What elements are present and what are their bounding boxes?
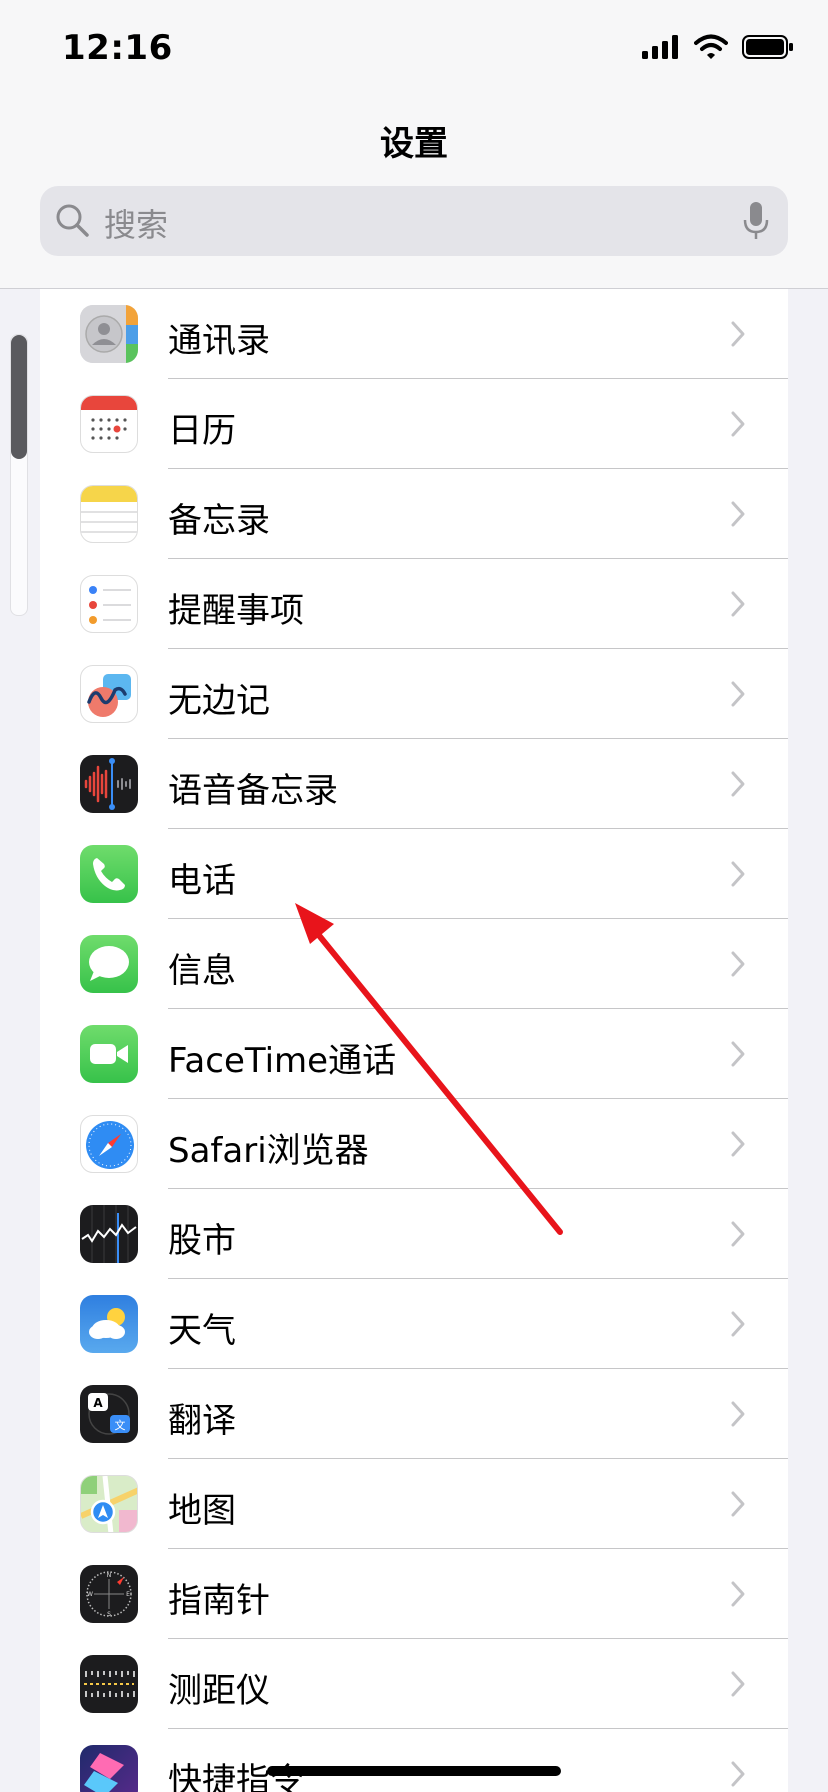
shortcuts-icon xyxy=(80,1745,138,1792)
mic-icon[interactable] xyxy=(742,200,770,242)
chevron-right-icon xyxy=(731,1401,745,1427)
calendar-icon xyxy=(80,395,138,453)
maps-icon xyxy=(80,1475,138,1533)
chevron-right-icon xyxy=(731,1761,745,1787)
messages-icon xyxy=(80,935,138,993)
list-item-weather[interactable]: 天气 xyxy=(40,1279,788,1369)
list-item-maps[interactable]: 地图 xyxy=(40,1459,788,1549)
list-item-label: 指南针 xyxy=(168,1581,270,1621)
list-item-measure[interactable]: 测距仪 xyxy=(40,1639,788,1729)
scroll-thumb[interactable] xyxy=(11,335,27,459)
list-item-label: 备忘录 xyxy=(168,501,270,541)
chevron-right-icon xyxy=(731,411,745,437)
chevron-right-icon xyxy=(731,1221,745,1247)
list-item-label: 提醒事项 xyxy=(168,591,304,631)
svg-text:S: S xyxy=(107,1611,111,1618)
list-item-compass[interactable]: N S W E 指南针 xyxy=(40,1549,788,1639)
compass-icon: N S W E xyxy=(80,1565,138,1623)
search-icon xyxy=(56,204,89,237)
list-item-label: 翻译 xyxy=(168,1401,236,1441)
search-placeholder: 搜索 xyxy=(104,206,169,244)
wifi-icon xyxy=(694,34,728,59)
svg-text:A: A xyxy=(93,1396,103,1410)
measure-icon xyxy=(80,1655,138,1713)
list-item-phone[interactable]: 电话 xyxy=(40,829,788,919)
list-item-contacts[interactable]: 通讯录 xyxy=(40,289,788,379)
contacts-icon xyxy=(80,305,138,363)
weather-icon xyxy=(80,1295,138,1353)
list-item-stocks[interactable]: 股市 xyxy=(40,1189,788,1279)
chevron-right-icon xyxy=(731,321,745,347)
chevron-right-icon xyxy=(731,1041,745,1067)
chevron-right-icon xyxy=(731,681,745,707)
search-input[interactable]: 搜索 xyxy=(40,186,788,256)
list-item-label: Safari浏览器 xyxy=(168,1131,369,1171)
list-item-label: 地图 xyxy=(168,1491,236,1531)
cellular-signal-icon xyxy=(642,35,678,59)
svg-text:文: 文 xyxy=(115,1418,126,1432)
chevron-right-icon xyxy=(731,1491,745,1517)
chevron-right-icon xyxy=(731,861,745,887)
list-item-facetime[interactable]: FaceTime通话 xyxy=(40,1009,788,1099)
page-title: 设置 xyxy=(380,124,448,164)
status-icons xyxy=(642,34,794,60)
reminders-icon xyxy=(80,575,138,633)
chevron-right-icon xyxy=(731,1671,745,1697)
scroll-indicator[interactable] xyxy=(10,334,28,616)
battery-icon xyxy=(742,35,793,59)
list-item-label: 电话 xyxy=(168,861,236,901)
notes-icon xyxy=(80,485,138,543)
list-item-translate[interactable]: A文 翻译 xyxy=(40,1369,788,1459)
list-item-label: 测距仪 xyxy=(168,1671,270,1711)
status-bar: 12:16 xyxy=(0,0,828,100)
header: 12:16 设置 搜索 xyxy=(0,0,828,289)
freeform-icon xyxy=(80,665,138,723)
facetime-icon xyxy=(80,1025,138,1083)
list-item-label: FaceTime通话 xyxy=(168,1041,397,1081)
list-item-voice-memos[interactable]: 语音备忘录 xyxy=(40,739,788,829)
list-item-label: 股市 xyxy=(168,1221,236,1261)
list-item-safari[interactable]: Safari浏览器 xyxy=(40,1099,788,1189)
chevron-right-icon xyxy=(731,951,745,977)
list-item-label: 信息 xyxy=(168,951,236,991)
voice-memos-icon xyxy=(80,755,138,813)
translate-icon: A文 xyxy=(80,1385,138,1443)
safari-icon xyxy=(80,1115,138,1173)
list-item-label: 语音备忘录 xyxy=(168,771,338,811)
list-item-calendar[interactable]: 日历 xyxy=(40,379,788,469)
chevron-right-icon xyxy=(731,1311,745,1337)
chevron-right-icon xyxy=(731,591,745,617)
list-item-label: 天气 xyxy=(168,1311,236,1351)
list-item-label: 无边记 xyxy=(168,681,270,721)
stocks-icon xyxy=(80,1205,138,1263)
home-indicator[interactable] xyxy=(267,1766,561,1776)
list-item-label: 日历 xyxy=(168,411,236,451)
settings-list: 通讯录 日历 备忘录 提醒事项 无边记 语音备忘录 电话 信息 FaceTime… xyxy=(40,289,788,1792)
svg-text:W: W xyxy=(87,1591,93,1598)
list-item-messages[interactable]: 信息 xyxy=(40,919,788,1009)
phone-icon xyxy=(80,845,138,903)
list-item-shortcuts[interactable]: 快捷指令 xyxy=(40,1729,788,1792)
status-time: 12:16 xyxy=(62,28,173,68)
list-item-label: 通讯录 xyxy=(168,321,270,361)
list-item-reminders[interactable]: 提醒事项 xyxy=(40,559,788,649)
chevron-right-icon xyxy=(731,771,745,797)
chevron-right-icon xyxy=(731,1131,745,1157)
list-item-freeform[interactable]: 无边记 xyxy=(40,649,788,739)
svg-text:E: E xyxy=(126,1591,130,1598)
chevron-right-icon xyxy=(731,1581,745,1607)
svg-text:N: N xyxy=(107,1572,112,1579)
list-item-notes[interactable]: 备忘录 xyxy=(40,469,788,559)
chevron-right-icon xyxy=(731,501,745,527)
